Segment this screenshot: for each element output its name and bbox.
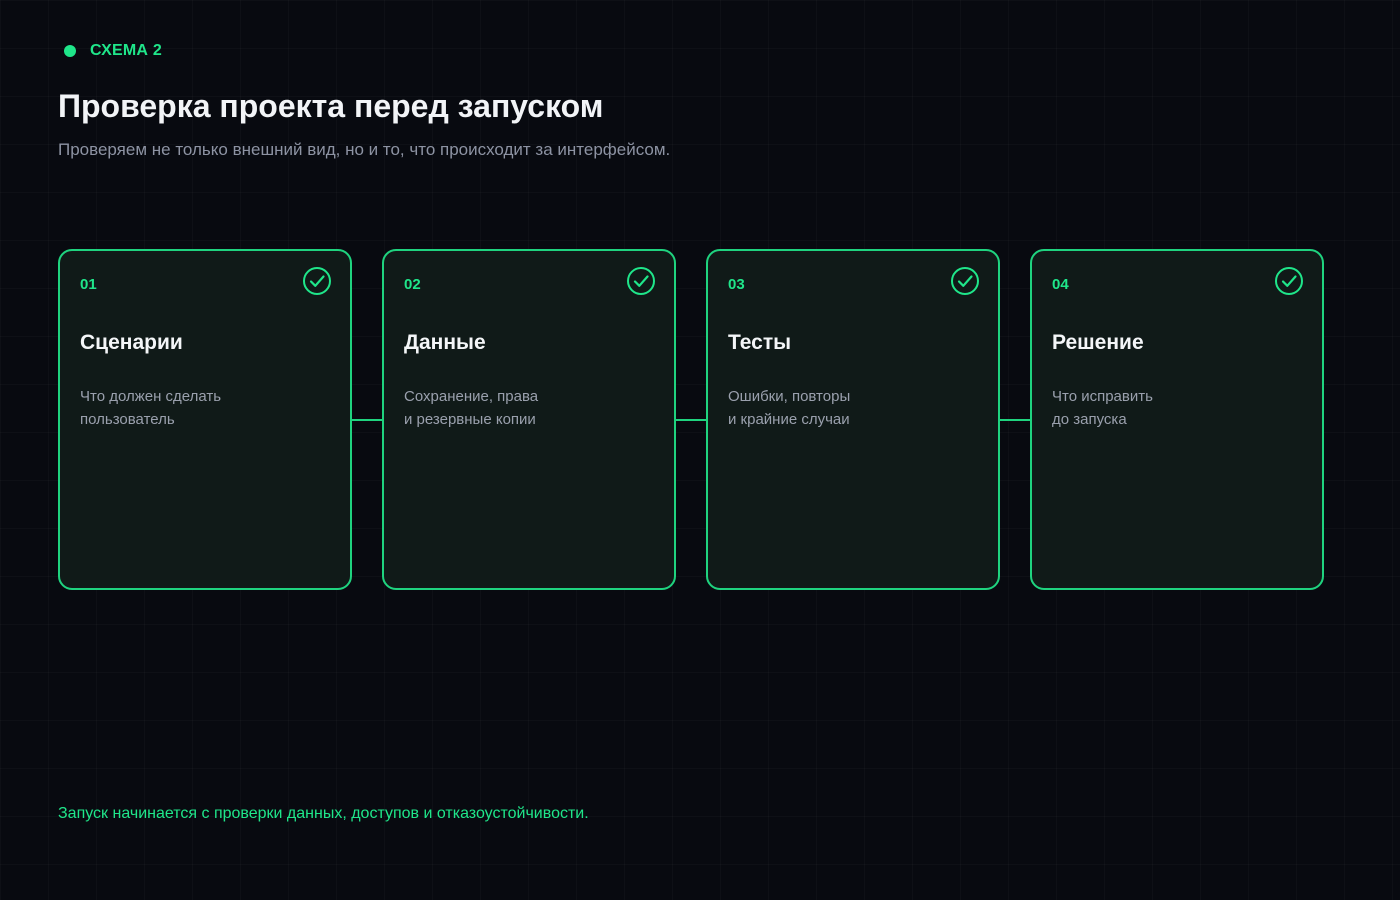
step-description: Что исправить до запуска xyxy=(1052,385,1292,431)
footer-note: Запуск начинается с проверки данных, дос… xyxy=(58,805,589,822)
process-flow: 01 Сценарии Что должен сделать пользоват… xyxy=(58,249,1324,590)
step-description-line: пользователь xyxy=(80,411,175,428)
step-title: Данные xyxy=(404,331,486,354)
step-card-2: 02 Данные Сохранение, права и резервные … xyxy=(382,249,676,590)
page-title: Проверка проекта перед запуском xyxy=(58,88,604,124)
step-number: 01 xyxy=(80,276,97,293)
section-badge: СХЕМА 2 xyxy=(64,42,162,60)
step-description-line: Ошибки, повторы xyxy=(728,388,851,405)
flow-connector xyxy=(1000,418,1030,421)
step-description: Ошибки, повторы и крайние случаи xyxy=(728,385,968,431)
check-circle-icon xyxy=(1275,267,1303,295)
step-description-line: Сохранение, права xyxy=(404,388,539,405)
step-title: Решение xyxy=(1052,331,1144,354)
step-description-line: Что должен сделать xyxy=(80,388,222,405)
step-description: Что должен сделать пользователь xyxy=(80,385,320,431)
step-description: Сохранение, права и резервные копии xyxy=(404,385,644,431)
badge-label: СХЕМА 2 xyxy=(90,42,162,59)
step-description-line: и крайние случаи xyxy=(728,411,850,428)
step-card-1: 01 Сценарии Что должен сделать пользоват… xyxy=(58,249,352,590)
step-title: Тесты xyxy=(728,331,792,354)
step-number: 03 xyxy=(728,276,745,293)
check-circle-icon xyxy=(951,267,979,295)
step-description-line: до запуска xyxy=(1052,411,1127,428)
step-card-4: 04 Решение Что исправить до запуска xyxy=(1030,249,1324,590)
step-description-line: и резервные копии xyxy=(404,411,536,428)
page-subtitle: Проверяем не только внешний вид, но и то… xyxy=(58,140,671,159)
step-number: 04 xyxy=(1052,276,1069,293)
status-dot-icon xyxy=(64,45,76,57)
step-number: 02 xyxy=(404,276,421,293)
check-circle-icon xyxy=(303,267,331,295)
step-card-3: 03 Тесты Ошибки, повторы и крайние случа… xyxy=(706,249,1000,590)
flow-connector xyxy=(352,418,382,421)
flow-connector xyxy=(676,418,706,421)
step-description-line: Что исправить xyxy=(1052,388,1153,405)
check-circle-icon xyxy=(627,267,655,295)
step-title: Сценарии xyxy=(80,331,183,354)
